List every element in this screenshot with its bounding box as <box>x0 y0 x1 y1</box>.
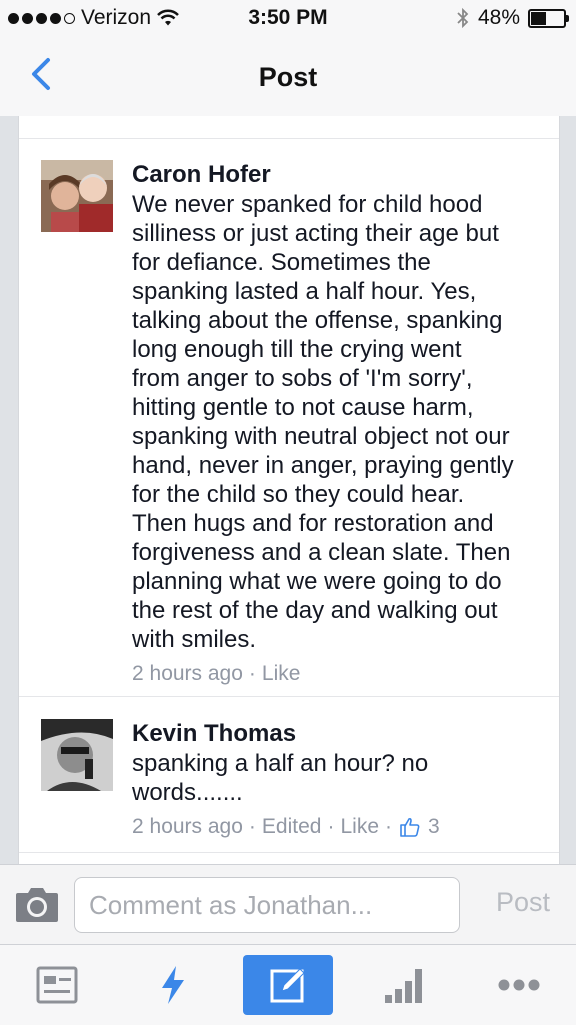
tab-compose[interactable] <box>243 955 333 1015</box>
like-count: 3 <box>428 815 440 838</box>
comment-meta: 2 hours ago · Like <box>132 662 541 686</box>
navigation-bar: Post <box>0 38 576 117</box>
tab-bar <box>0 944 576 1025</box>
meta-separator: · <box>248 662 256 685</box>
bluetooth-icon <box>457 7 469 29</box>
like-link[interactable]: Like <box>262 662 301 686</box>
comment-body: Kevin Thomas spanking a half an hour? no… <box>132 719 541 839</box>
divider <box>19 852 559 853</box>
battery-percent: 48% <box>477 6 520 29</box>
more-icon <box>498 979 540 991</box>
like-link[interactable]: Like <box>340 815 379 839</box>
lightning-icon <box>162 966 184 1004</box>
thumbs-up-icon[interactable] <box>398 815 422 839</box>
comments-feed[interactable]: Caron Hofer We never spanked for child h… <box>0 116 576 864</box>
comment-text: We never spanked for child hood sillines… <box>132 191 514 653</box>
comment-input[interactable]: Comment as Jonathan... <box>74 877 460 933</box>
comment-author[interactable]: Kevin Thomas <box>132 719 541 749</box>
meta-separator: · <box>248 815 256 838</box>
battery-icon <box>528 8 569 28</box>
comment-body: Caron Hofer We never spanked for child h… <box>132 160 541 686</box>
comment-meta: 2 hours ago · Edited · Like · 3 <box>132 815 541 839</box>
tab-more[interactable] <box>474 955 564 1015</box>
news-feed-icon <box>36 966 78 1004</box>
comments-card: Caron Hofer We never spanked for child h… <box>18 116 560 864</box>
comment-composer: Comment as Jonathan... Post <box>0 864 576 945</box>
avatar[interactable] <box>41 160 113 232</box>
post-button[interactable]: Post <box>496 887 550 918</box>
tab-stats[interactable] <box>358 955 448 1015</box>
stats-icon <box>385 969 422 1003</box>
compose-icon <box>270 968 305 1003</box>
tab-activity[interactable] <box>128 955 218 1015</box>
divider <box>19 138 559 139</box>
divider <box>19 696 559 697</box>
edited-label[interactable]: Edited <box>262 815 322 839</box>
comment-timestamp: 2 hours ago <box>132 662 243 685</box>
comment-author[interactable]: Caron Hofer <box>132 160 541 190</box>
device-status: 48% <box>456 6 569 30</box>
status-bar: Verizon 3:50 PM 48% <box>0 0 576 38</box>
tab-news-feed[interactable] <box>12 955 102 1015</box>
avatar[interactable] <box>41 719 113 791</box>
comment-timestamp: 2 hours ago <box>132 815 243 838</box>
camera-icon[interactable] <box>14 887 60 923</box>
meta-separator: · <box>327 815 335 838</box>
page-title: Post <box>258 62 318 92</box>
meta-separator: · <box>385 815 392 838</box>
comment-text: spanking a half an hour? no words....... <box>132 750 429 806</box>
